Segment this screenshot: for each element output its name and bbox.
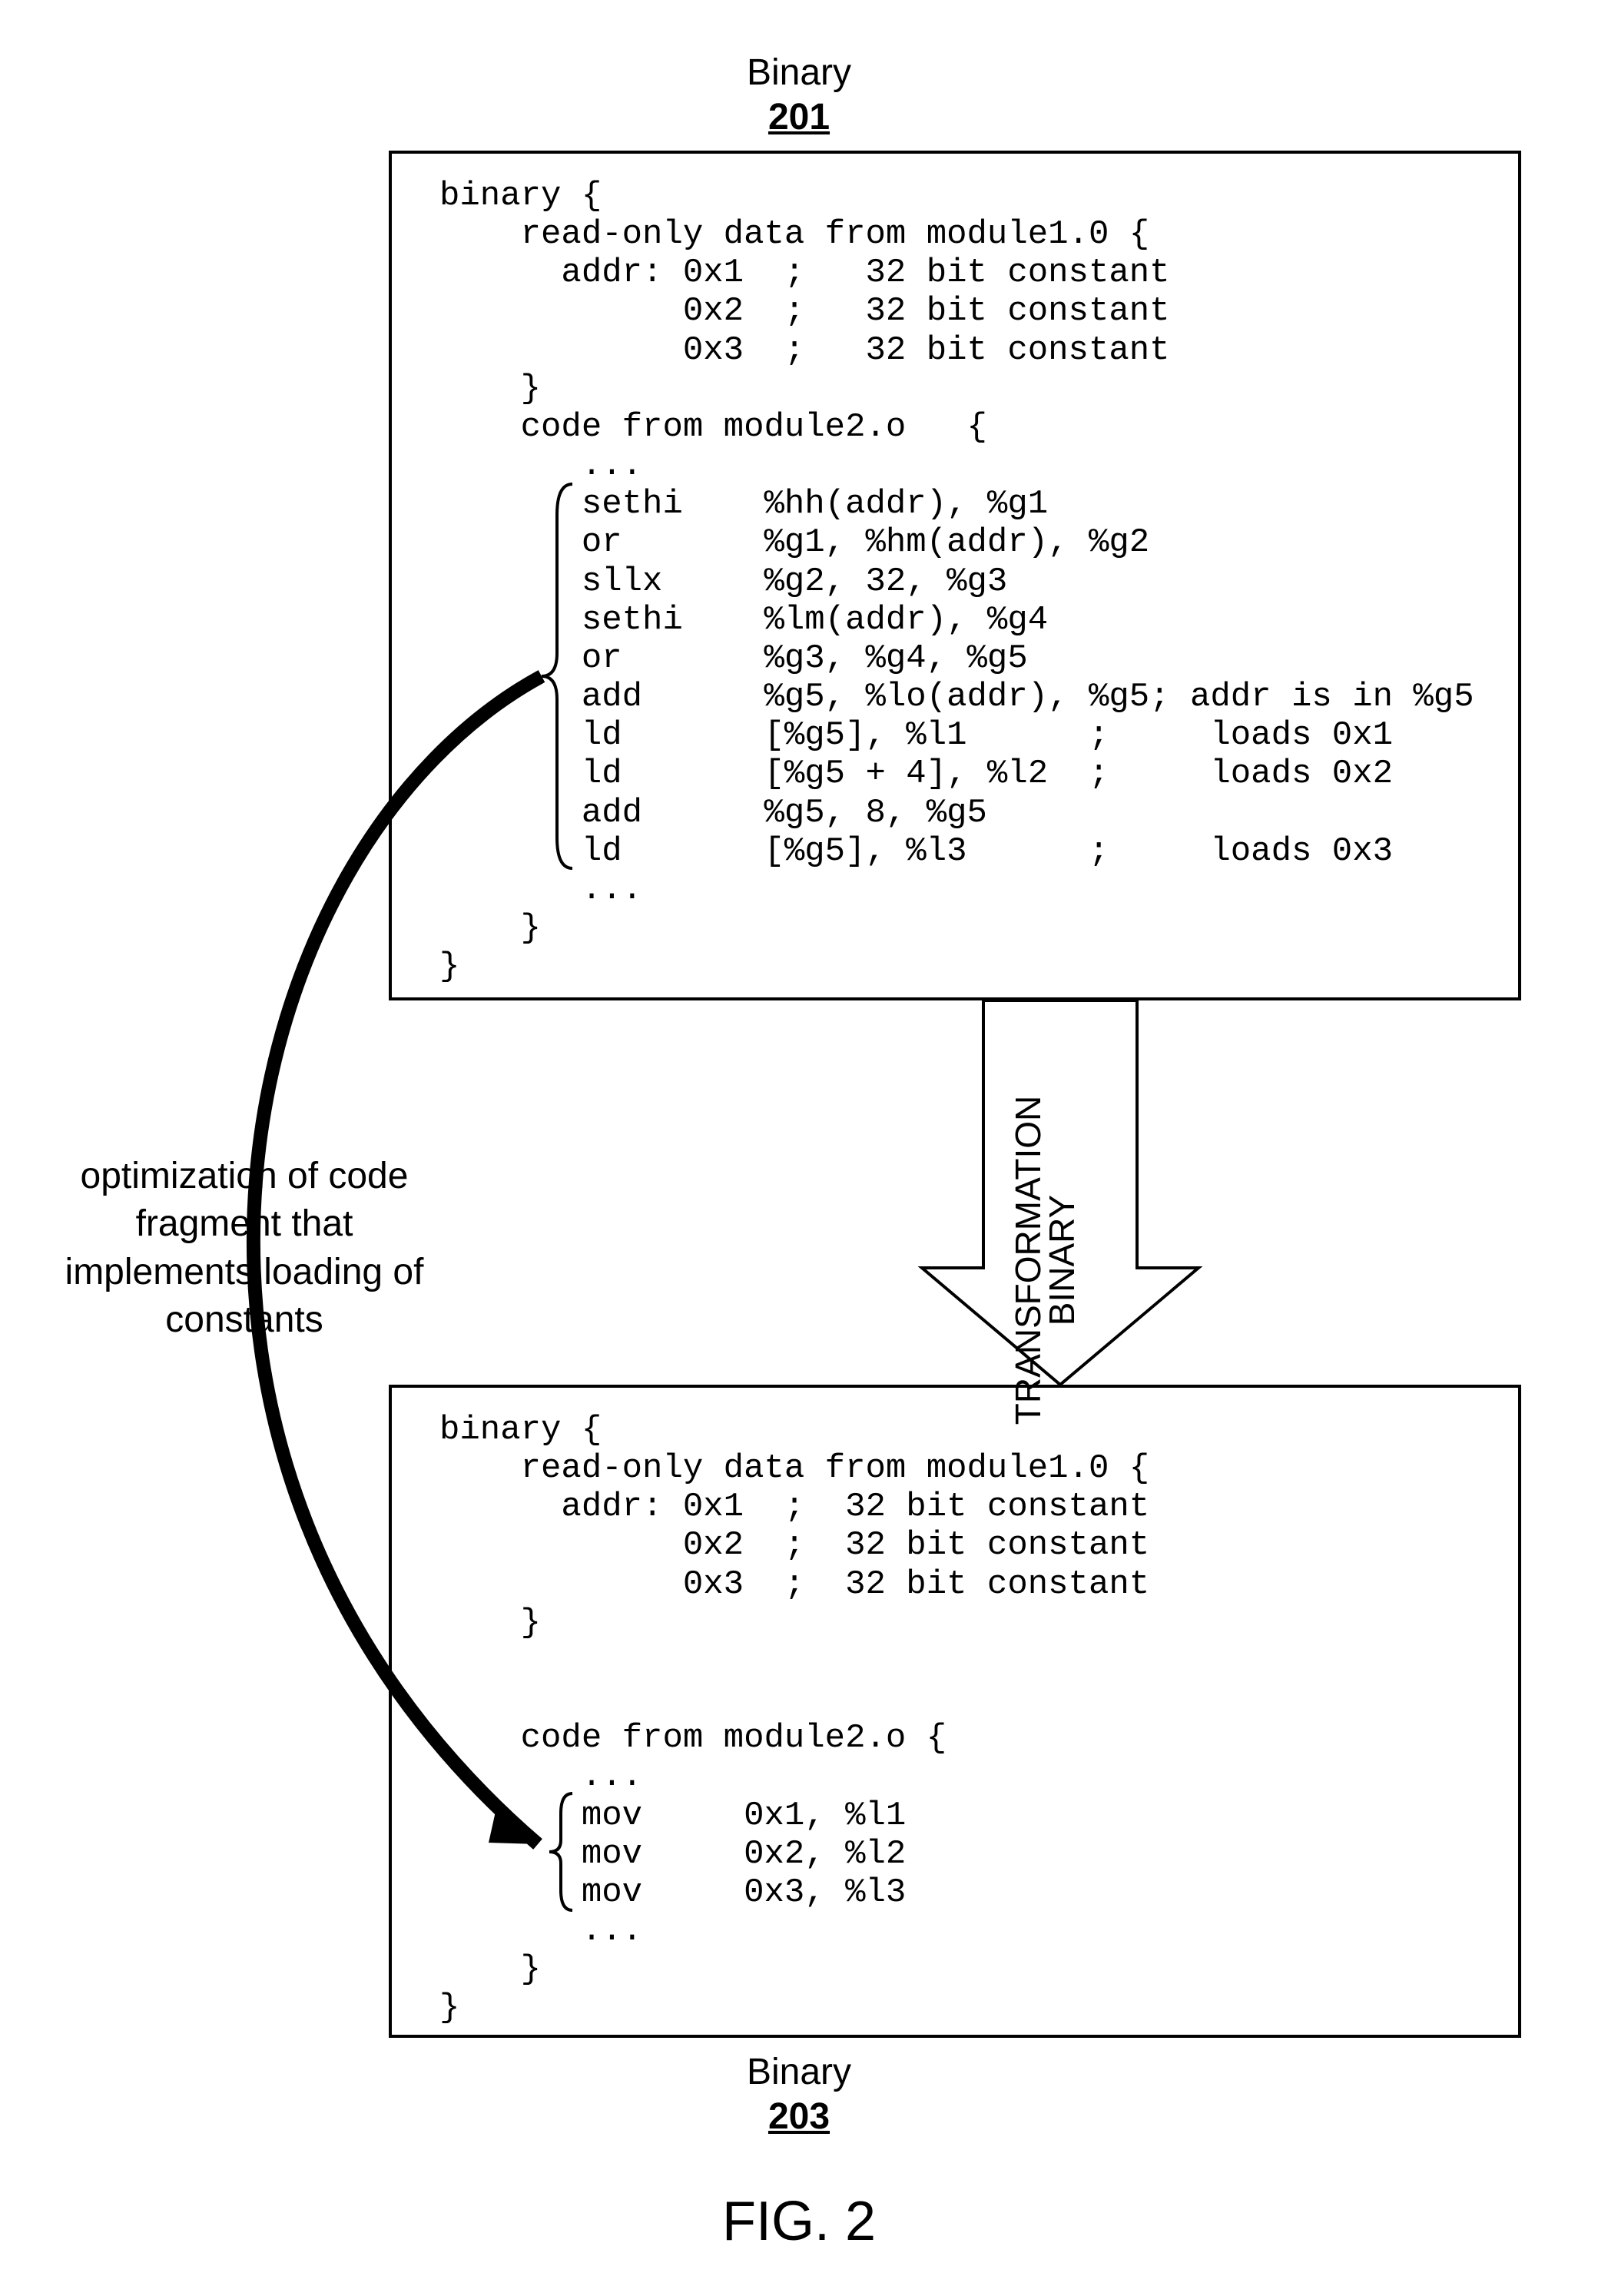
annotation-text: optimization of code fragment that imple… (60, 1153, 429, 1345)
binary-label-top: Binary (747, 52, 851, 93)
binary-label-bottom: Binary (747, 2052, 851, 2092)
transform-arrow: BINARY TRANSFORMATION (922, 1000, 1198, 1425)
binary-id-201: 201 (768, 97, 830, 138)
binary-201-title: Binary 201 (747, 51, 851, 139)
binary-201-code: binary { read-only data from module1.0 {… (392, 154, 1518, 986)
arrow-label-transformation: TRANSFORMATION (1008, 1096, 1048, 1425)
figure-label: FIG. 2 (722, 2190, 876, 2253)
arrow-label-binary: BINARY (1042, 1195, 1082, 1326)
binary-201-box: binary { read-only data from module1.0 {… (389, 151, 1521, 1000)
binary-203-title: Binary 203 (747, 2050, 851, 2138)
binary-203-box: binary { read-only data from module1.0 {… (389, 1385, 1521, 2038)
binary-id-203: 203 (768, 2096, 830, 2137)
binary-203-code: binary { read-only data from module1.0 {… (392, 1388, 1518, 2028)
